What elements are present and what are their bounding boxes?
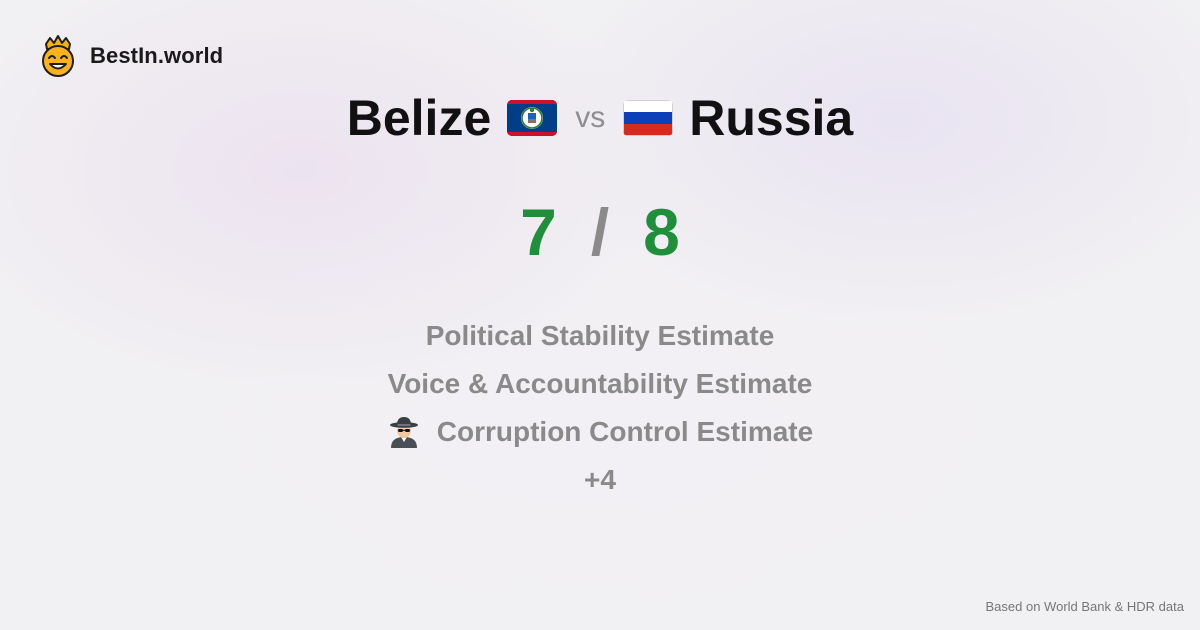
belize-flag-icon: [507, 100, 558, 136]
metric-item: Corruption Control Estimate: [387, 408, 813, 456]
left-country-name: Belize: [346, 90, 492, 146]
data-source-note: Based on World Bank & HDR data: [985, 599, 1184, 614]
metric-item: Voice & Accountability Estimate: [388, 360, 813, 408]
right-score: 8: [643, 195, 680, 269]
score-comparison: 7 / 8: [0, 196, 1200, 268]
left-score: 7: [520, 195, 557, 269]
brand-name[interactable]: BestIn.world: [90, 43, 223, 69]
crowned-smiley-icon: [42, 35, 74, 77]
metric-label: Voice & Accountability Estimate: [387, 368, 813, 399]
metric-item: Political Stability Estimate: [426, 312, 775, 360]
brand: BestIn.world: [38, 34, 223, 78]
more-metrics-count: +4: [584, 464, 616, 495]
vs-label: vs: [575, 101, 606, 134]
comparison-title: Belize vs Russia: [0, 86, 1200, 150]
metric-label: Political Stability Estimate: [425, 320, 775, 351]
metric-label: Corruption Control Estimate: [436, 416, 814, 447]
right-country-name: Russia: [689, 90, 854, 146]
spy-icon: [389, 417, 418, 448]
score-separator: /: [590, 195, 610, 269]
metrics-list: Political Stability Estimate Voice & Acc…: [0, 312, 1200, 504]
russia-flag-icon: [623, 100, 674, 136]
